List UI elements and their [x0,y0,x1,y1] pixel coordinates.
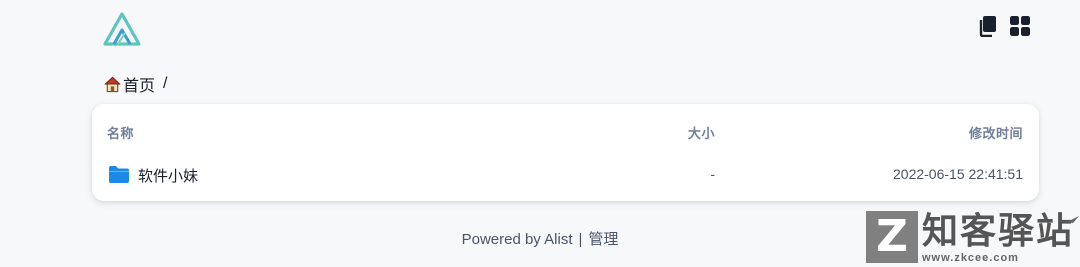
table-row[interactable]: 软件小妹 - 2022-06-15 22:41:51 [92,158,1039,192]
copy-icon[interactable] [978,15,998,37]
column-header-size[interactable]: 大小 [688,123,715,142]
grid-view-icon[interactable] [1009,15,1031,37]
alist-logo-icon[interactable] [103,12,141,46]
watermark-brand: 知客驿站 [922,210,1075,251]
breadcrumb-separator: / [163,75,168,92]
footer-separator: | [578,231,583,248]
folder-icon [109,166,129,183]
watermark-arrow-icon [1067,216,1079,223]
breadcrumb: 首页 / [104,72,167,96]
file-name[interactable]: 软件小妹 [138,165,198,186]
page: 首页 / 名称 大小 修改时间 软件小妹 - 2022-06-15 22:41:… [0,0,1080,267]
manage-link[interactable]: 管理 [588,231,618,248]
home-icon [104,76,121,92]
breadcrumb-home-link[interactable]: 首页 [123,72,155,96]
column-header-modified[interactable]: 修改时间 [969,123,1023,142]
powered-by-link[interactable]: Powered by Alist [462,231,573,248]
watermark-domain: www.zkcee.com [922,252,1019,264]
file-list-card: 名称 大小 修改时间 软件小妹 - 2022-06-15 22:41:51 [92,104,1039,201]
watermark: Z 知客驿站 www.zkcee.com [862,211,1080,267]
file-modified: 2022-06-15 22:41:51 [893,166,1023,182]
column-header-name[interactable]: 名称 [107,123,134,142]
header-actions [978,15,1031,37]
watermark-letter: Z [876,211,908,262]
file-size: - [710,166,715,182]
